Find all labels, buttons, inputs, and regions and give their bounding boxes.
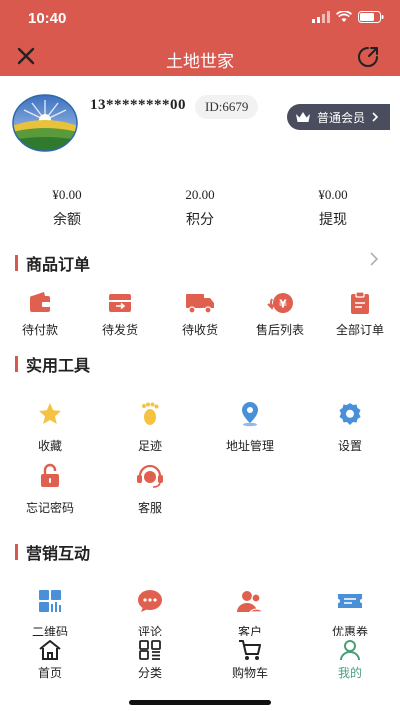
tool-address[interactable]: 地址管理 xyxy=(200,401,300,454)
stat-value: ¥0.00 xyxy=(52,187,82,202)
stat-label: 积分 xyxy=(186,212,214,228)
tool-favorites[interactable]: 收藏 xyxy=(0,401,100,454)
stat-points[interactable]: 20.00 积分 xyxy=(150,187,250,229)
signal-icon xyxy=(312,11,330,23)
tools-section-header: 实用工具 xyxy=(15,352,90,376)
order-label: 全部订单 xyxy=(335,323,384,337)
tool-label: 忘记密码 xyxy=(25,501,74,515)
stat-value: ¥0.00 xyxy=(318,187,348,202)
home-icon xyxy=(39,640,61,660)
tool-forgot-password[interactable]: 忘记密码 xyxy=(0,463,100,516)
tab-cart[interactable]: 购物车 xyxy=(200,639,300,681)
user-phone: 13********00 xyxy=(90,97,186,113)
chevron-right-icon[interactable] xyxy=(368,251,380,267)
order-label: 售后列表 xyxy=(255,323,304,337)
avatar[interactable] xyxy=(12,94,78,152)
order-after-sales[interactable]: ¥ 售后列表 xyxy=(240,291,320,338)
lock-icon xyxy=(41,463,59,487)
battery-icon xyxy=(358,11,384,23)
tool-label: 收藏 xyxy=(37,439,62,453)
tool-label: 足迹 xyxy=(137,439,162,453)
page-title: 土地世家 xyxy=(166,52,234,72)
marketing-customers[interactable]: 客户 xyxy=(200,589,300,640)
stat-withdraw[interactable]: ¥0.00 提现 xyxy=(283,187,383,229)
stat-label: 余额 xyxy=(53,212,81,228)
tab-label: 分类 xyxy=(137,666,162,680)
member-level-label: 普通会员 xyxy=(317,110,366,125)
section-accent xyxy=(15,544,18,560)
truck-icon xyxy=(186,294,214,314)
status-time: 10:40 xyxy=(28,10,67,27)
qrcode-icon xyxy=(39,590,61,612)
member-level-badge[interactable]: 普通会员 xyxy=(287,104,390,130)
user-id-tag: ID:6679 xyxy=(195,95,259,119)
tool-label: 客服 xyxy=(137,501,162,515)
svg-text:¥: ¥ xyxy=(279,298,287,311)
cart-icon xyxy=(239,640,261,660)
tab-category[interactable]: 分类 xyxy=(100,639,200,681)
tool-label: 地址管理 xyxy=(225,439,274,453)
stat-value: 20.00 xyxy=(185,187,215,202)
stat-label: 提现 xyxy=(319,212,347,228)
comment-icon xyxy=(138,590,162,612)
order-label: 待收货 xyxy=(181,323,218,337)
stat-balance[interactable]: ¥0.00 余额 xyxy=(17,187,117,229)
chevron-right-icon xyxy=(372,112,379,122)
location-icon xyxy=(242,402,258,427)
marketing-qrcode[interactable]: 二维码 xyxy=(0,589,100,640)
order-all[interactable]: 全部订单 xyxy=(320,291,400,338)
section-accent xyxy=(15,255,18,271)
tab-label: 购物车 xyxy=(231,666,268,680)
profile-icon xyxy=(340,640,360,661)
star-icon xyxy=(39,403,61,424)
order-pending-shipment[interactable]: 待发货 xyxy=(80,291,160,338)
coupon-icon xyxy=(338,594,362,608)
order-label: 待付款 xyxy=(21,323,58,337)
orders-section-header: 商品订单 xyxy=(15,251,90,275)
tab-home[interactable]: 首页 xyxy=(0,639,100,681)
section-accent xyxy=(15,356,18,372)
tool-label: 设置 xyxy=(337,439,362,453)
tool-settings[interactable]: 设置 xyxy=(300,401,400,454)
marketing-comment[interactable]: 评论 xyxy=(100,589,200,640)
tool-customer-service[interactable]: 客服 xyxy=(100,463,200,516)
wifi-icon xyxy=(336,11,352,22)
category-icon xyxy=(139,640,161,660)
users-icon xyxy=(237,591,264,613)
marketing-section-header: 营销互动 xyxy=(15,540,90,564)
section-title: 商品订单 xyxy=(26,255,91,274)
order-label: 待发货 xyxy=(101,323,138,337)
tab-label: 首页 xyxy=(37,666,62,680)
order-pending-payment[interactable]: 待付款 xyxy=(0,291,80,338)
wallet-icon xyxy=(30,292,50,312)
share-icon[interactable] xyxy=(356,45,380,69)
marketing-coupons[interactable]: 优惠券 xyxy=(300,589,400,640)
tab-label: 我的 xyxy=(337,666,362,680)
home-indicator xyxy=(129,700,271,705)
order-pending-receipt[interactable]: 待收货 xyxy=(160,291,240,338)
box-icon xyxy=(109,294,131,312)
crown-icon xyxy=(296,112,310,122)
headset-icon xyxy=(137,464,163,488)
gear-icon xyxy=(339,403,361,425)
clipboard-icon xyxy=(351,291,369,314)
tab-profile[interactable]: 我的 xyxy=(300,639,400,681)
refund-icon: ¥ xyxy=(267,293,293,313)
section-title: 营销互动 xyxy=(26,544,91,563)
footprint-icon xyxy=(142,402,159,425)
tool-footprints[interactable]: 足迹 xyxy=(100,401,200,454)
section-title: 实用工具 xyxy=(26,356,91,375)
status-icons xyxy=(312,11,384,23)
